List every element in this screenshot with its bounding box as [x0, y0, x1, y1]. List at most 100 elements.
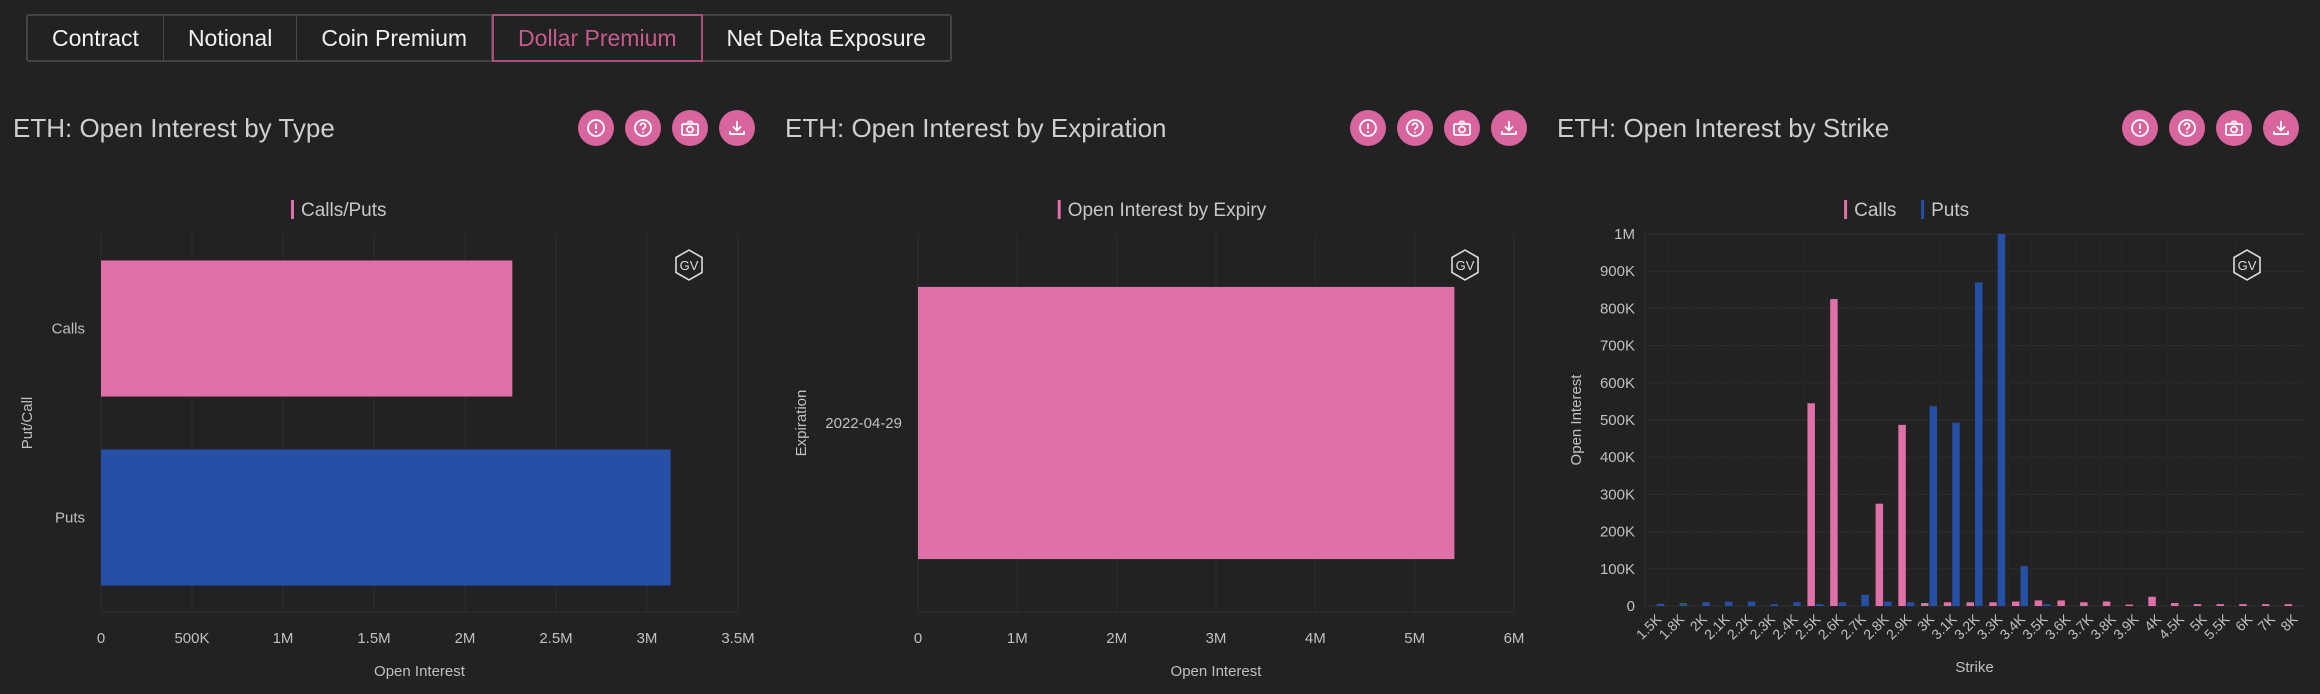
x-tick-label: 0 — [914, 630, 922, 647]
tab-coin-premium[interactable]: Coin Premium — [297, 16, 493, 60]
legend-swatch — [291, 200, 294, 219]
gv-watermark-icon: GV — [1451, 249, 1479, 281]
bar-calls-7k — [2261, 604, 2270, 606]
watermark-text: GV — [1456, 258, 1475, 273]
y-tick-label: 600K — [1600, 375, 1635, 392]
chart-oi-by-strike: 0 100K 200K 300K 400K 500K 600K 700K 800K 900K 1M 1… — [1568, 200, 2305, 676]
bar-calls-3-1k — [1943, 602, 1952, 606]
watermark-text: GV — [2238, 258, 2257, 273]
bar-calls-2-9k — [1898, 424, 1906, 606]
bar-calls-3-6k — [2057, 600, 2065, 606]
legend-label: Open Interest by Expiry — [1068, 200, 1267, 221]
x-tick-label: 3M — [1206, 630, 1227, 647]
x-tick-label: 500K — [174, 630, 209, 647]
bar-calls-3-4k — [2011, 601, 2020, 606]
chart-legend: Calls/Puts — [291, 200, 387, 221]
x-tick-label: 3M — [637, 630, 658, 647]
bar-puts-2-5k — [1815, 604, 1824, 606]
chart-legend: Open Interest by Expiry — [1057, 200, 1267, 221]
x-tick-label: 1M — [273, 630, 294, 647]
watermark-text: GV — [680, 258, 699, 273]
bar-calls-2-8k — [1875, 503, 1884, 606]
x-tick-label: 8K — [2277, 610, 2301, 634]
y-tick-label: 800K — [1600, 300, 1635, 317]
bar-puts-3-2k — [1975, 282, 1983, 606]
panel-oi-by-type: ETH: Open Interest by Type 0 500K 1M 1.5M 2M… — [0, 100, 772, 694]
y-tick-label: Puts — [55, 510, 85, 527]
gv-watermark-icon: GV — [675, 249, 703, 281]
legend-label: Puts — [1931, 200, 1969, 221]
bar-puts-2-2k — [1747, 601, 1756, 606]
x-tick-label: 1.8K — [1656, 610, 1688, 642]
y-tick-label: 300K — [1600, 486, 1635, 503]
bar-puts-3-4k — [2020, 566, 2028, 606]
x-tick-label: 2M — [455, 630, 476, 647]
x-tick-label: 0 — [97, 630, 105, 647]
bar-calls-5-5k — [2216, 604, 2224, 606]
chart-legend: Calls Puts — [1844, 200, 1969, 221]
bar-2022-04-29 — [918, 286, 1455, 560]
bar-calls-3k — [1921, 603, 1929, 606]
bar-puts-2-1k — [1725, 601, 1733, 606]
panel-oi-by-expiration: ETH: Open Interest by Expiration 0 1M 2M 3M… — [772, 100, 1544, 694]
bar-puts — [101, 449, 671, 586]
bar-puts-2-9k — [1906, 602, 1915, 606]
bar-puts-1-8k — [1679, 603, 1688, 606]
y-tick-label: 900K — [1600, 263, 1635, 280]
bar-puts-2-3k — [1770, 604, 1778, 606]
bar-calls-8k — [2284, 604, 2293, 606]
x-tick-label: 2.9K — [1883, 610, 1915, 642]
chart-oi-by-type: 0 500K 1M 1.5M 2M 2.5M 3M 3.5M Calls Puts Open Int… — [19, 200, 755, 680]
bar-calls-3-5k — [2034, 600, 2043, 606]
bar-puts-2-8k — [1884, 601, 1892, 606]
x-tick-label: 6M — [1504, 630, 1525, 647]
y-axis-title: Open Interest — [1568, 374, 1585, 466]
x-axis-title: Open Interest — [1171, 663, 1263, 680]
y-tick-label: Calls — [52, 321, 85, 338]
gv-watermark-icon: GV — [2233, 249, 2261, 281]
tab-contract[interactable]: Contract — [28, 16, 164, 60]
bar-calls-4k — [2148, 596, 2156, 606]
bar-puts-3k — [1929, 406, 1938, 606]
x-axis-title: Open Interest — [374, 663, 466, 680]
x-tick-label: 2.5M — [539, 630, 572, 647]
bar-calls-3-3k — [1989, 602, 1997, 606]
legend-label: Calls — [1854, 200, 1896, 221]
bar-calls-5k — [2193, 604, 2202, 606]
y-tick-label: 0 — [1627, 598, 1635, 615]
x-tick-label: 5M — [1404, 630, 1425, 647]
tab-notional[interactable]: Notional — [163, 16, 298, 60]
bar-puts-2-4k — [1793, 602, 1801, 606]
x-tick-label: 6K — [2232, 610, 2256, 634]
tab-net-delta-exposure[interactable]: Net Delta Exposure — [702, 16, 950, 60]
bar-puts-3-5k — [2043, 604, 2051, 606]
x-tick-label: 4.5K — [2155, 610, 2187, 642]
bar-calls-3-2k — [1966, 602, 1974, 606]
y-axis-title: Expiration — [793, 390, 810, 457]
y-tick-label: 100K — [1600, 561, 1635, 578]
bar-calls-2-5k — [1807, 403, 1815, 606]
bar-calls-3-8k — [2102, 601, 2111, 606]
x-tick-label: 7K — [2255, 610, 2279, 634]
y-axis-title: Put/Call — [19, 397, 36, 450]
y-tick-label: 2022-04-29 — [825, 415, 902, 432]
y-tick-label: 200K — [1600, 524, 1635, 541]
bar-puts-3-3k — [1997, 234, 2006, 606]
y-tick-label: 500K — [1600, 412, 1635, 429]
bar-calls-3-7k — [2080, 602, 2088, 606]
x-tick-label: 1.5M — [357, 630, 390, 647]
tab-dollar-premium[interactable]: Dollar Premium — [492, 14, 703, 62]
bar-puts-2-7k — [1861, 594, 1869, 606]
view-tabs: Contract Notional Coin Premium Dollar Premi… — [26, 14, 952, 62]
legend-label: Calls/Puts — [301, 200, 387, 221]
legend-swatch — [1844, 200, 1848, 219]
bar-puts-2-6k — [1838, 602, 1847, 606]
y-tick-label: 1M — [1614, 226, 1635, 243]
bar-puts-3-1k — [1952, 422, 1960, 606]
y-tick-label: 400K — [1600, 449, 1635, 466]
x-tick-label: 2M — [1106, 630, 1127, 647]
x-tick-label: 3.5M — [721, 630, 754, 647]
bar-calls-2-6k — [1830, 299, 1838, 606]
bar-puts-1-5k — [1656, 603, 1665, 606]
x-tick-label: 5.5K — [2201, 610, 2233, 642]
